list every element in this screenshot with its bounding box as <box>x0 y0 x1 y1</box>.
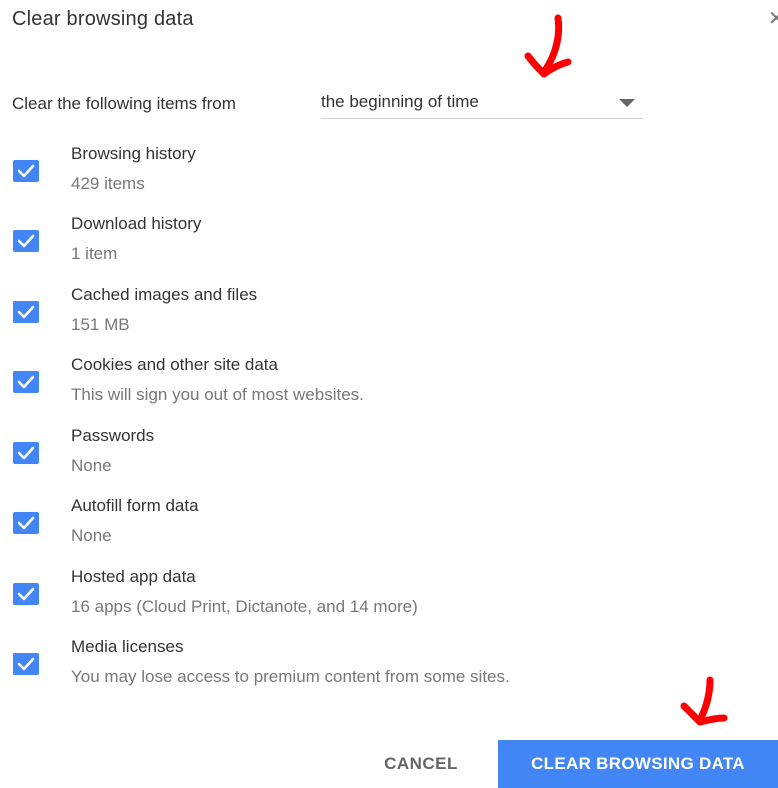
annotation-arrow-icon <box>680 676 728 726</box>
item-title: Passwords <box>71 426 155 445</box>
cancel-button[interactable]: CANCEL <box>356 740 486 788</box>
item-title: Cookies and other site data <box>71 355 278 374</box>
item-subtitle: 1 item <box>71 244 118 263</box>
list-item-autofill[interactable]: Autofill form data None <box>0 492 778 554</box>
checkmark-icon <box>17 375 35 389</box>
checkbox-cached-images[interactable] <box>13 301 39 323</box>
item-title: Browsing history <box>71 144 196 163</box>
checkbox-passwords[interactable] <box>13 442 39 464</box>
list-item-media-licenses[interactable]: Media licenses You may lose access to pr… <box>0 633 778 695</box>
checkmark-icon <box>17 234 35 248</box>
item-subtitle: This will sign you out of most websites. <box>71 385 364 404</box>
list-item-cached-images[interactable]: Cached images and files 151 MB <box>0 281 778 343</box>
item-subtitle: 429 items <box>71 174 145 193</box>
checkbox-media-licenses[interactable] <box>13 653 39 675</box>
checkbox-download-history[interactable] <box>13 230 39 252</box>
annotation-arrow-icon <box>524 14 572 78</box>
item-title: Cached images and files <box>71 285 258 304</box>
checkmark-icon <box>17 446 35 460</box>
item-title: Hosted app data <box>71 567 196 586</box>
item-subtitle: None <box>71 456 112 475</box>
checkmark-icon <box>17 516 35 530</box>
chevron-down-icon <box>619 99 635 107</box>
item-subtitle: 151 MB <box>71 315 130 334</box>
item-subtitle: You may lose access to premium content f… <box>71 667 510 686</box>
dialog-title: Clear browsing data <box>12 8 194 30</box>
time-range-dropdown[interactable]: the beginning of time <box>321 84 643 119</box>
list-item-browsing-history[interactable]: Browsing history 429 items <box>0 140 778 202</box>
checkbox-cookies[interactable] <box>13 371 39 393</box>
time-range-value: the beginning of time <box>321 92 479 111</box>
clear-browsing-data-dialog: Clear browsing data ✕ Clear the followin… <box>0 0 778 788</box>
checkmark-icon <box>17 164 35 178</box>
item-title: Media licenses <box>71 637 184 656</box>
item-subtitle: 16 apps (Cloud Print, Dictanote, and 14 … <box>71 597 418 616</box>
list-item-download-history[interactable]: Download history 1 item <box>0 210 778 272</box>
checkbox-autofill[interactable] <box>13 512 39 534</box>
item-subtitle: None <box>71 526 112 545</box>
range-label: Clear the following items from <box>12 94 236 113</box>
clear-browsing-data-button[interactable]: CLEAR BROWSING DATA <box>498 740 778 788</box>
item-title: Download history <box>71 214 202 233</box>
checkmark-icon <box>17 305 35 319</box>
list-item-hosted-app-data[interactable]: Hosted app data 16 apps (Cloud Print, Di… <box>0 563 778 625</box>
checkmark-icon <box>17 587 35 601</box>
checkbox-hosted-app-data[interactable] <box>13 583 39 605</box>
list-item-passwords[interactable]: Passwords None <box>0 422 778 484</box>
checkbox-browsing-history[interactable] <box>13 160 39 182</box>
item-title: Autofill form data <box>71 496 199 515</box>
checkmark-icon <box>17 657 35 671</box>
list-item-cookies[interactable]: Cookies and other site data This will si… <box>0 351 778 413</box>
close-icon[interactable]: ✕ <box>768 8 778 30</box>
